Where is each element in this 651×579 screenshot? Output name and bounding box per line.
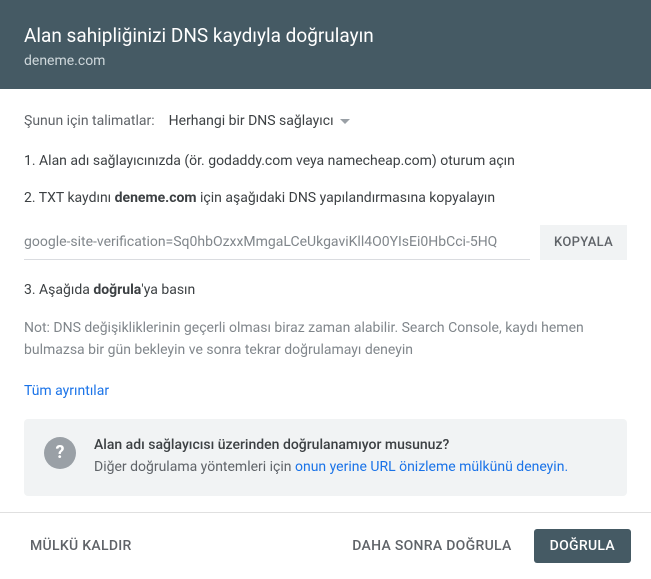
- dialog-domain: deneme.com: [24, 53, 627, 69]
- step-1: 1. Alan adı sağlayıcınızda (ör. godaddy.…: [24, 151, 627, 172]
- instructions-row: Şunun için talimatlar: Herhangi bir DNS …: [24, 113, 627, 129]
- step2-domain-bold: deneme.com: [115, 190, 197, 206]
- dialog-title: Alan sahipliğinizi DNS kaydıyla doğrulay…: [24, 24, 627, 47]
- instructions-label: Şunun için talimatlar:: [24, 113, 155, 129]
- dialog-content: Şunun için talimatlar: Herhangi bir DNS …: [0, 89, 651, 512]
- dns-provider-selected: Herhangi bir DNS sağlayıcı: [169, 113, 334, 129]
- verify-later-button[interactable]: DAHA SONRA DOĞRULA: [342, 530, 521, 562]
- info-title: Alan adı sağlayıcısı üzerinden doğrulana…: [94, 437, 607, 453]
- info-text: Alan adı sağlayıcısı üzerinden doğrulana…: [94, 437, 607, 478]
- all-details-link[interactable]: Tüm ayrıntılar: [24, 383, 109, 399]
- txt-record-row: KOPYALA: [24, 225, 627, 260]
- chevron-down-icon: [340, 119, 350, 124]
- copy-button[interactable]: KOPYALA: [540, 225, 627, 260]
- dns-provider-dropdown[interactable]: Herhangi bir DNS sağlayıcı: [169, 113, 350, 129]
- dialog-header: Alan sahipliğinizi DNS kaydıyla doğrulay…: [0, 0, 651, 89]
- remove-property-button[interactable]: MÜLKÜ KALDIR: [20, 530, 142, 562]
- info-description: Diğer doğrulama yöntemleri için onun yer…: [94, 457, 607, 478]
- help-icon: ?: [44, 437, 76, 469]
- step3-verify-bold: doğrula: [93, 282, 141, 298]
- step-2: 2. TXT kaydını deneme.com için aşağıdaki…: [24, 188, 627, 209]
- info-box: ? Alan adı sağlayıcısı üzerinden doğrula…: [24, 419, 627, 496]
- step-3: 3. Aşağıda doğrula'ya basın: [24, 280, 627, 301]
- txt-record-input[interactable]: [24, 225, 530, 260]
- dns-note: Not: DNS değişikliklerinin geçerli olmas…: [24, 317, 627, 362]
- dialog-footer: MÜLKÜ KALDIR DAHA SONRA DOĞRULA DOĞRULA: [0, 512, 651, 579]
- url-prefix-property-link[interactable]: onun yerine URL önizleme mülkünü deneyin…: [295, 459, 568, 475]
